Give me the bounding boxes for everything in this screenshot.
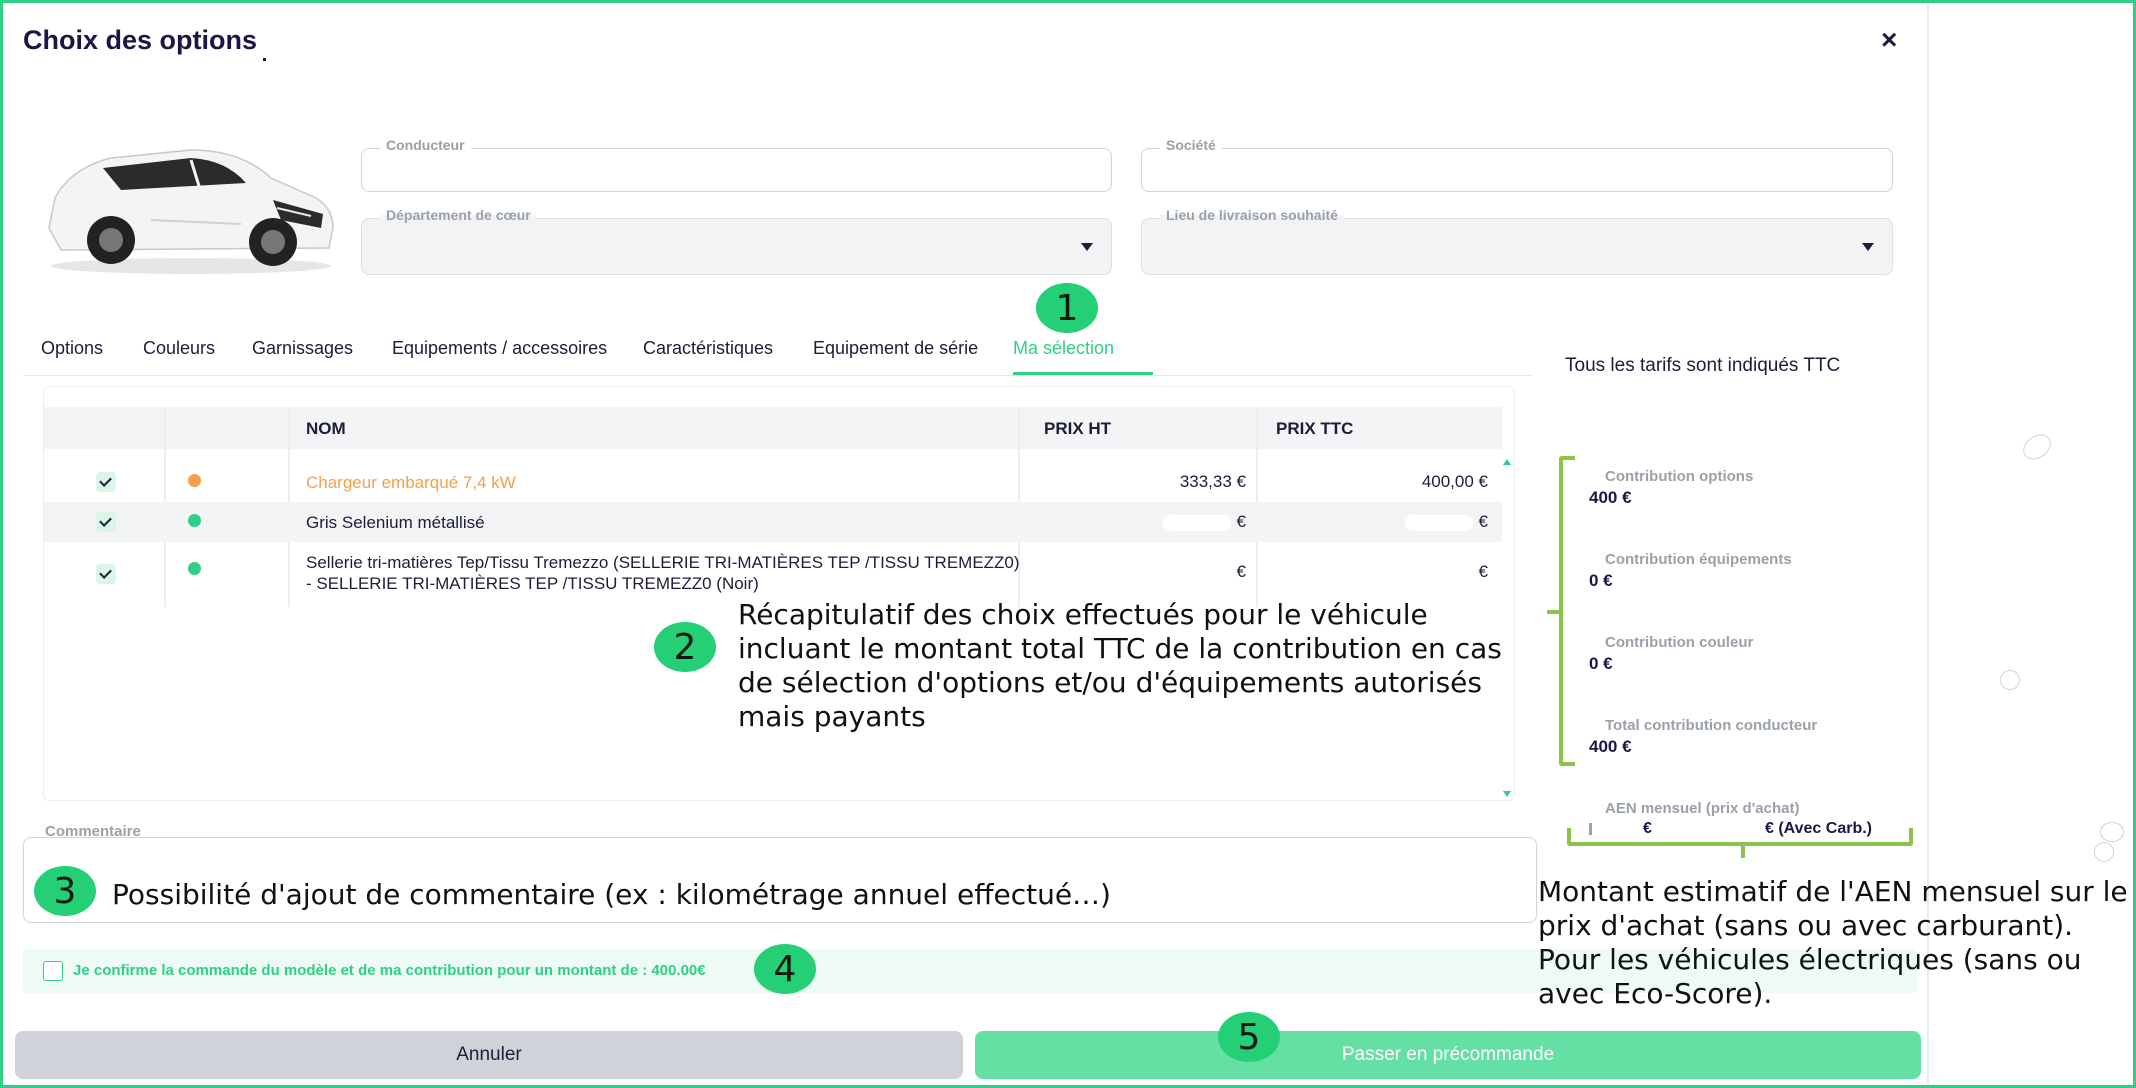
- contribution-couleur-label: Contribution couleur: [1605, 634, 1754, 651]
- price-placeholder: [1162, 514, 1231, 531]
- table-header: NOM PRIX HT PRIX TTC: [44, 407, 1502, 449]
- contribution-options-value: 400 €: [1589, 488, 1632, 507]
- annotation-note-2: Récapitulatif des choix effectués pour l…: [738, 598, 1502, 733]
- tab-caracteristiques[interactable]: Caractéristiques: [643, 338, 773, 359]
- departement-select[interactable]: Département de cœur: [361, 207, 1112, 275]
- row-checkbox[interactable]: [96, 472, 116, 492]
- row-name: Chargeur embarqué 7,4 kW: [306, 473, 516, 492]
- chevron-down-icon: [1081, 243, 1093, 251]
- close-button[interactable]: ×: [1881, 25, 1897, 55]
- lieu-livraison-label: Lieu de livraison souhaité: [1160, 207, 1344, 223]
- contribution-options-label: Contribution options: [1605, 468, 1754, 485]
- row-prix-ttc-text: €: [1478, 512, 1488, 531]
- row-prix-ht-text: €: [1236, 512, 1246, 531]
- status-dot: [188, 474, 201, 487]
- annotation-note-aen: Montant estimatif de l'AEN mensuel sur l…: [1538, 875, 2128, 1010]
- annotation-note-3: Possibilité d'ajout de commentaire (ex :…: [112, 878, 1111, 911]
- chevron-down-icon: [1862, 243, 1874, 251]
- tab-ma-selection[interactable]: Ma sélection: [1013, 338, 1114, 359]
- dialog-title-text: Choix des options: [23, 25, 258, 55]
- contribution-couleur-value: 0 €: [1589, 654, 1613, 673]
- row-prix-ttc: 400,00 €: [1421, 472, 1488, 491]
- tab-couleurs[interactable]: Couleurs: [143, 338, 215, 359]
- row-prix-ht: €: [1236, 562, 1246, 581]
- row-prix-ttc: €: [1404, 512, 1488, 532]
- row-name: Sellerie tri-matières Tep/Tissu Tremezzo…: [306, 553, 1020, 593]
- preorder-button[interactable]: Passer en précommande: [975, 1031, 1921, 1079]
- aen-bracket: [1567, 828, 1913, 858]
- deco-ring: [2094, 842, 2114, 862]
- deco-ring: [2100, 822, 2124, 842]
- conducteur-label: Conducteur: [380, 137, 471, 153]
- row-prix-ht: €: [1162, 512, 1246, 532]
- annotation-badge-3: 3: [34, 866, 96, 916]
- tab-bar: Options Couleurs Garnissages Equipements…: [23, 328, 1533, 376]
- status-dot: [188, 562, 201, 575]
- confirm-checkbox[interactable]: [43, 961, 63, 981]
- cancel-button[interactable]: Annuler: [15, 1031, 963, 1079]
- header-prix-ht: PRIX HT: [1044, 419, 1112, 438]
- header-nom: NOM: [306, 419, 346, 438]
- header-prix-ttc: PRIX TTC: [1276, 419, 1354, 438]
- table-row[interactable]: Sellerie tri-matières Tep/Tissu Tremezzo…: [44, 542, 1502, 604]
- annotation-badge-4: 4: [754, 944, 816, 994]
- contribution-equipements-value: 0 €: [1589, 571, 1613, 590]
- price-placeholder: [1404, 514, 1473, 531]
- tarif-note: Tous les tarifs sont indiqués TTC: [1565, 355, 1841, 376]
- total-contribution-label: Total contribution conducteur: [1605, 717, 1818, 734]
- tab-equipements-accessoires[interactable]: Equipements / accessoires: [392, 338, 607, 359]
- tab-garnissages[interactable]: Garnissages: [252, 338, 353, 359]
- aen-label: AEN mensuel (prix d'achat): [1605, 800, 1800, 817]
- tab-equipement-serie[interactable]: Equipement de série: [813, 338, 978, 359]
- row-prix-ht: 333,33 €: [1179, 472, 1246, 491]
- annotation-badge-1: 1: [1036, 283, 1098, 333]
- deco-ring: [2000, 670, 2020, 690]
- status-dot: [188, 514, 201, 527]
- conducteur-field[interactable]: Conducteur: [361, 137, 1112, 192]
- scroll-down-icon[interactable]: [1503, 791, 1511, 797]
- confirm-text: Je confirme la commande du modèle et de …: [73, 962, 706, 979]
- societe-field[interactable]: Société: [1141, 137, 1893, 192]
- scroll-up-icon[interactable]: [1503, 459, 1511, 465]
- row-prix-ttc: €: [1478, 562, 1488, 581]
- title-dot: [263, 58, 267, 61]
- contribution-equipements-label: Contribution équipements: [1605, 551, 1792, 568]
- annotation-badge-2: 2: [654, 622, 716, 672]
- tab-options[interactable]: Options: [41, 338, 103, 359]
- row-checkbox[interactable]: [96, 512, 116, 532]
- row-checkbox[interactable]: [96, 564, 116, 584]
- car-image: [48, 149, 334, 274]
- dialog-title: Choix des options: [23, 25, 267, 61]
- total-contribution-value: 400 €: [1589, 737, 1632, 756]
- lieu-livraison-select[interactable]: Lieu de livraison souhaité: [1141, 207, 1893, 275]
- table-row[interactable]: Gris Selenium métallisé € €: [44, 502, 1502, 542]
- selection-table: NOM PRIX HT PRIX TTC Chargeur embarqué 7…: [43, 386, 1515, 801]
- contribution-bracket: [1547, 456, 1575, 766]
- row-name: Gris Selenium métallisé: [306, 513, 485, 532]
- table-row[interactable]: Chargeur embarqué 7,4 kW 333,33 € 400,00…: [44, 462, 1502, 502]
- annotation-badge-5: 5: [1218, 1012, 1280, 1062]
- active-tab-indicator: [1013, 372, 1153, 375]
- societe-label: Société: [1160, 137, 1222, 153]
- departement-label: Département de cœur: [380, 207, 537, 223]
